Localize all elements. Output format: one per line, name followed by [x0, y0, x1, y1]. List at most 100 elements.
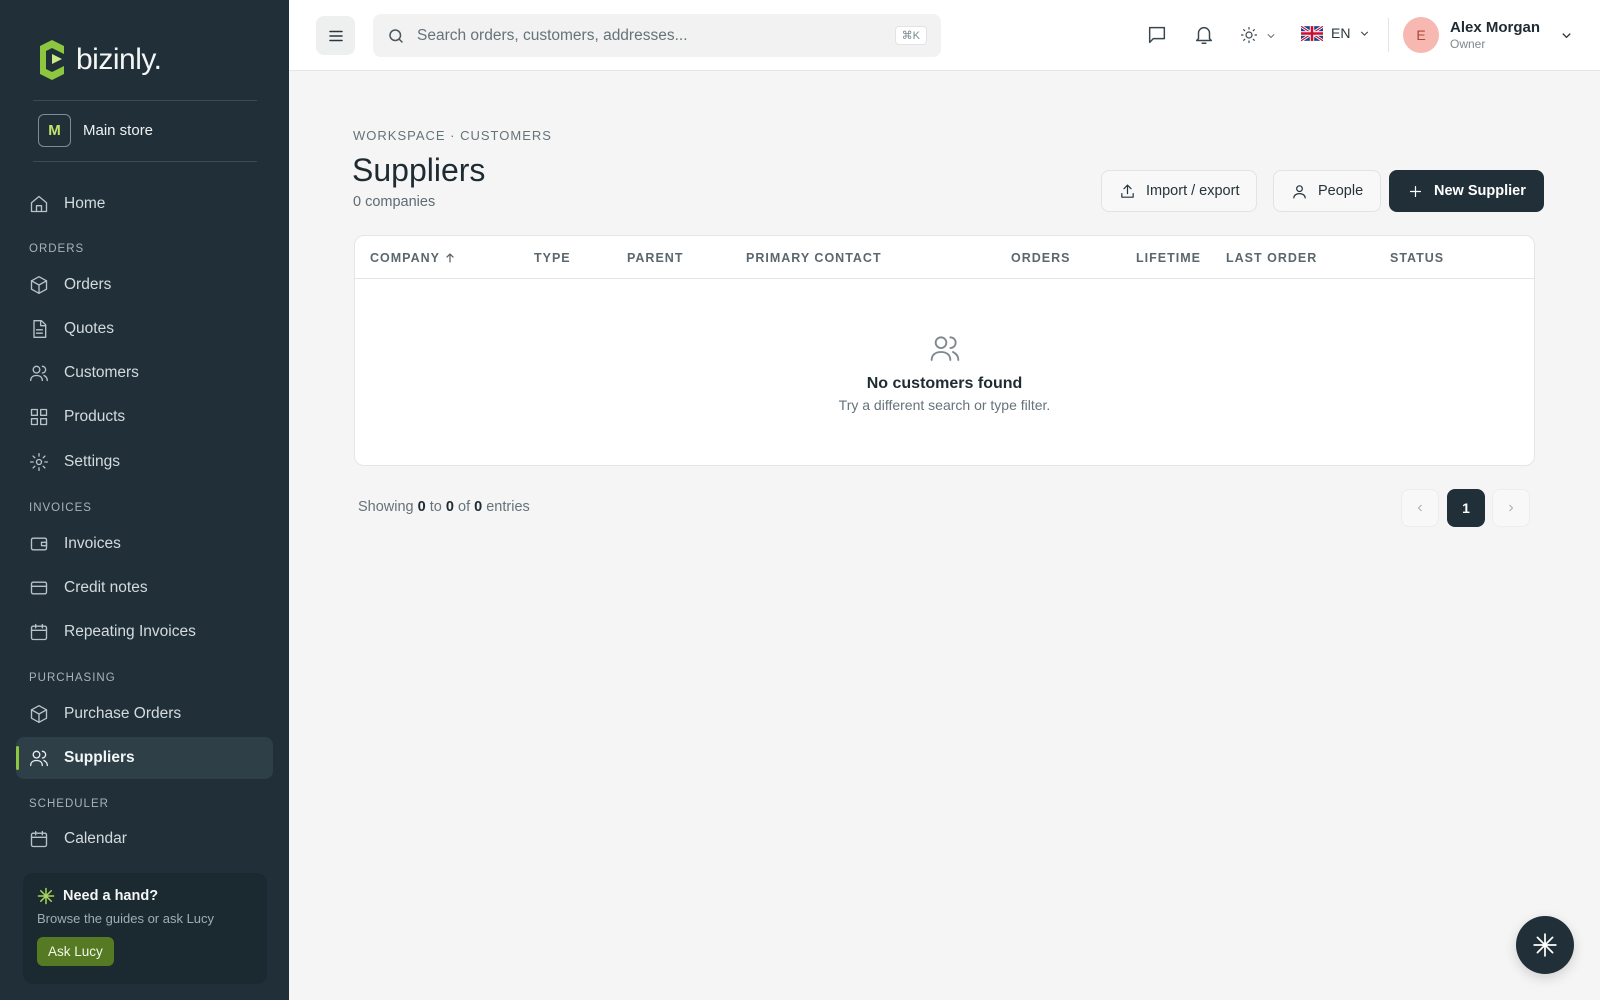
bell-icon — [1195, 27, 1213, 44]
help-title-row: Need a hand? — [37, 887, 253, 905]
sidebar-item-quotes[interactable]: Quotes — [16, 308, 273, 350]
users-icon — [30, 365, 48, 382]
column-header-last-order[interactable]: LAST ORDER — [1226, 251, 1317, 265]
column-header-status[interactable]: STATUS — [1390, 251, 1444, 265]
help-title: Need a hand? — [63, 888, 159, 904]
box-icon — [30, 705, 48, 723]
sidebar-item-purchase-orders[interactable]: Purchase Orders — [16, 693, 273, 735]
page-button-1[interactable]: 1 — [1447, 489, 1485, 527]
sidebar-item-repeating-invoices[interactable]: Repeating Invoices — [16, 611, 273, 653]
theme-toggle[interactable] — [1240, 24, 1280, 46]
search-bar: ⌘K — [373, 14, 941, 57]
sidebar-item-label: Repeating Invoices — [64, 623, 196, 640]
users-icon — [30, 750, 48, 767]
column-header-parent[interactable]: PARENT — [627, 251, 683, 265]
store-badge: M — [38, 114, 71, 147]
user-info: Alex Morgan Owner — [1450, 19, 1540, 51]
column-header-company[interactable]: COMPANY — [370, 251, 456, 265]
column-header-type[interactable]: TYPE — [534, 251, 571, 265]
page-subtitle: 0 companies — [353, 194, 436, 210]
button-label: New Supplier — [1434, 183, 1526, 199]
sidebar-item-label: Customers — [64, 364, 139, 381]
sidebar-item-label: Orders — [64, 276, 112, 293]
divider — [1388, 18, 1389, 52]
sidebar-item-customers[interactable]: Customers — [16, 352, 273, 394]
sidebar-item-products[interactable]: Products — [16, 396, 273, 438]
card-icon — [30, 581, 48, 595]
sidebar-item-credit-notes[interactable]: Credit notes — [16, 567, 273, 609]
section-label-purchasing: PURCHASING — [29, 672, 116, 684]
sidebar-item-label: Purchase Orders — [64, 705, 182, 722]
chevron-right-icon — [1509, 504, 1514, 512]
sidebar-item-label: Settings — [64, 453, 121, 470]
section-label-scheduler: SCHEDULER — [29, 798, 109, 810]
topbar: ⌘K EN E Alex Morgan Owner — [289, 0, 1600, 71]
sidebar-item-calendar[interactable]: Calendar — [16, 818, 273, 860]
grid-icon — [30, 408, 48, 426]
sidebar-item-label: Calendar — [64, 830, 127, 847]
sidebar-item-settings[interactable]: Settings — [16, 441, 273, 483]
section-label-invoices: INVOICES — [29, 502, 92, 514]
gear-icon — [30, 453, 48, 471]
column-header-lifetime[interactable]: LIFETIME — [1136, 251, 1201, 265]
upload-icon — [1121, 184, 1134, 198]
sidebar-item-label: Credit notes — [64, 579, 148, 596]
calendar-icon — [30, 830, 48, 848]
chevron-down-icon — [1267, 34, 1275, 38]
next-page-button[interactable] — [1492, 489, 1530, 527]
chevron-left-icon — [1417, 504, 1422, 512]
search-shortcut-badge: ⌘K — [894, 26, 927, 45]
previous-page-button[interactable] — [1401, 489, 1439, 527]
sidebar-item-suppliers[interactable]: Suppliers — [16, 737, 273, 779]
sidebar-item-label: Home — [64, 195, 106, 212]
menu-toggle-button[interactable] — [316, 16, 355, 55]
assistant-fab-button[interactable] — [1516, 916, 1574, 974]
avatar: E — [1403, 17, 1439, 53]
table-header: COMPANY TYPE PARENT PRIMARY CONTACT ORDE… — [355, 236, 1534, 279]
entries-from: 0 — [417, 499, 426, 515]
empty-state-subtitle: Try a different search or type filter. — [838, 397, 1051, 413]
sidebar-item-invoices[interactable]: Invoices — [16, 523, 273, 565]
sort-ascending-icon — [446, 253, 454, 263]
ask-lucy-button[interactable]: Ask Lucy — [37, 937, 114, 966]
language-selector[interactable]: EN — [1301, 25, 1371, 41]
breadcrumb: WORKSPACE · CUSTOMERS — [353, 128, 552, 143]
column-header-orders[interactable]: ORDERS — [1011, 251, 1070, 265]
help-subtitle: Browse the guides or ask Lucy — [37, 911, 215, 926]
notifications-button[interactable] — [1193, 24, 1215, 46]
import-export-button[interactable]: Import / export — [1101, 170, 1258, 212]
help-card: Need a hand? Browse the guides or ask Lu… — [23, 873, 267, 984]
bizinly-logo-icon — [40, 40, 64, 80]
entries-summary: Showing 0 to 0 of 0 entries — [358, 499, 530, 515]
people-button[interactable]: People — [1273, 170, 1382, 212]
document-icon — [33, 320, 47, 338]
sidebar-item-label: Products — [64, 408, 126, 425]
box-icon — [30, 276, 48, 294]
sidebar-item-home[interactable]: Home — [16, 183, 273, 225]
user-role: Owner — [1450, 37, 1486, 51]
empty-state-title: No customers found — [866, 375, 1023, 392]
plus-icon — [1409, 185, 1422, 197]
home-icon — [30, 195, 48, 213]
user-menu[interactable]: E Alex Morgan Owner — [1403, 17, 1574, 53]
store-switcher[interactable]: M Main store — [38, 114, 153, 147]
page-title: Suppliers — [352, 152, 486, 188]
entries-to: 0 — [445, 499, 454, 515]
search-icon — [389, 28, 403, 43]
empty-state: No customers found Try a different searc… — [355, 332, 1534, 413]
user-name: Alex Morgan — [1450, 19, 1541, 36]
button-label: People — [1318, 183, 1364, 199]
suppliers-table: COMPANY TYPE PARENT PRIMARY CONTACT ORDE… — [354, 235, 1535, 466]
user-icon — [1293, 184, 1306, 198]
sidebar-item-orders[interactable]: Orders — [16, 264, 273, 306]
sidebar-item-label: Quotes — [64, 320, 114, 337]
logo[interactable]: bizinly. — [36, 40, 162, 80]
column-header-primary-contact[interactable]: PRIMARY CONTACT — [746, 251, 882, 265]
sparkle-icon — [37, 887, 55, 905]
uk-flag-icon — [1301, 25, 1323, 41]
messages-button[interactable] — [1146, 24, 1168, 46]
calendar-icon — [30, 623, 48, 641]
search-input[interactable] — [417, 26, 887, 45]
hamburger-icon — [328, 30, 343, 41]
new-supplier-button[interactable]: New Supplier — [1389, 170, 1544, 212]
